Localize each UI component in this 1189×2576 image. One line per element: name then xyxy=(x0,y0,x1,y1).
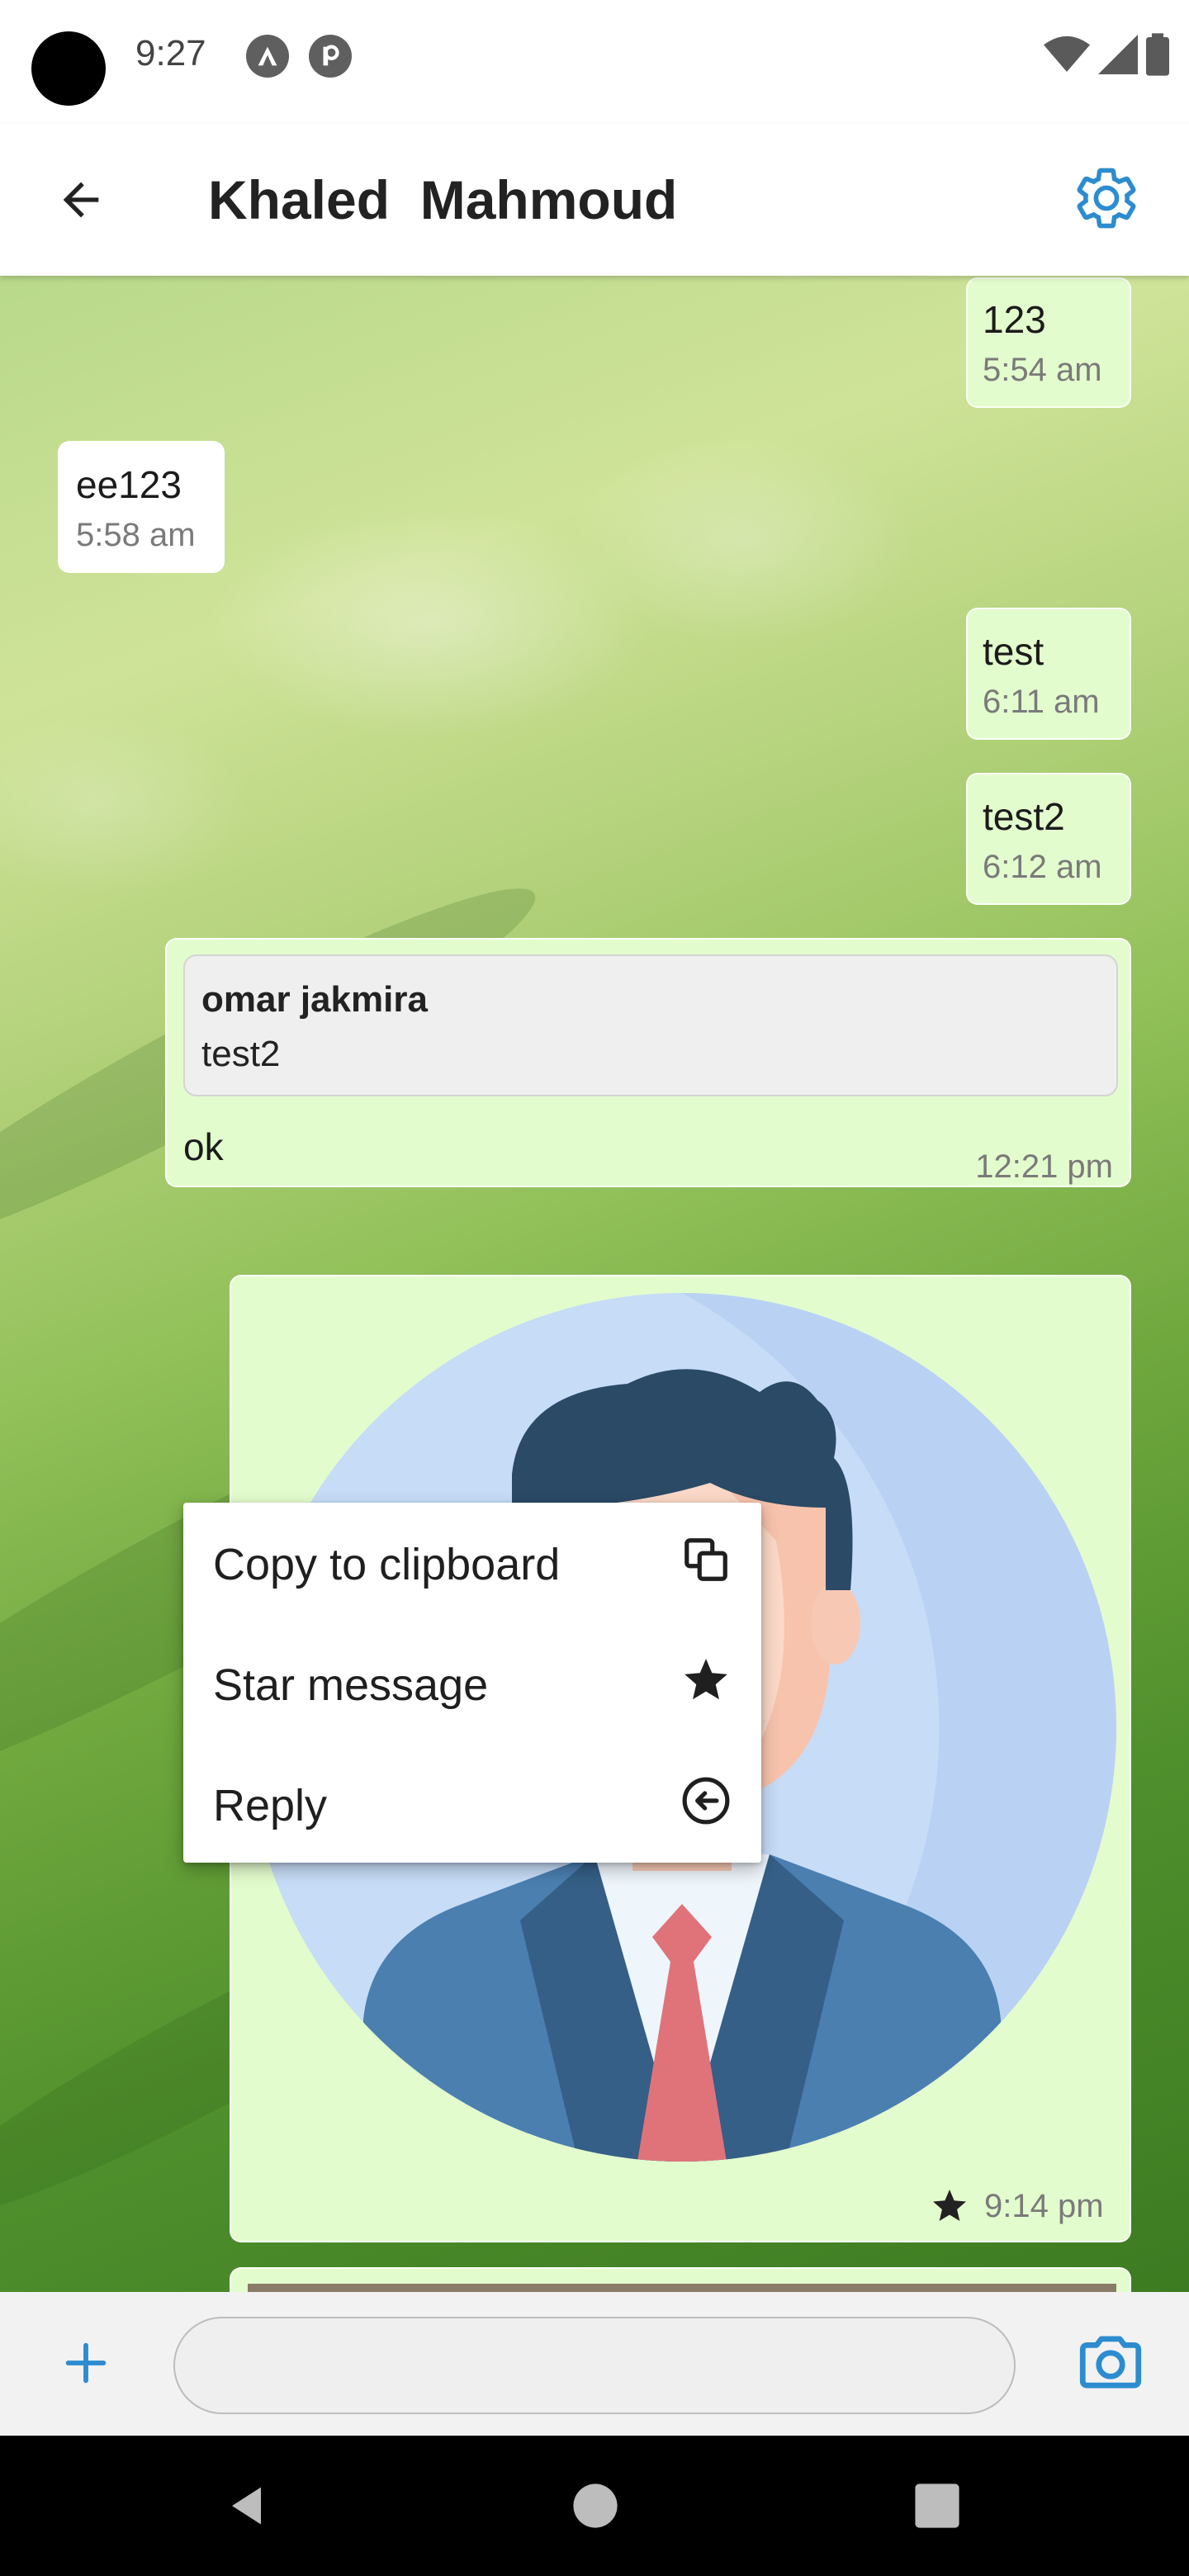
message-bubble-image-partial[interactable] xyxy=(230,2267,1131,2292)
signal-icon xyxy=(1098,35,1138,78)
front-camera-cutout xyxy=(31,31,106,106)
message-input[interactable] xyxy=(173,2317,1016,2414)
app-bar: Khaled Mahmoud xyxy=(0,124,1189,276)
copy-icon xyxy=(679,1532,733,1587)
star-icon xyxy=(930,2186,969,2230)
plus-icon xyxy=(65,2342,107,2384)
image-preview-strip xyxy=(248,2284,1116,2292)
menu-item-copy[interactable]: Copy to clipboard xyxy=(183,1503,761,1623)
camera-icon xyxy=(1079,2336,1142,2389)
system-navigation-bar xyxy=(0,2436,1189,2576)
message-time: 6:11 am xyxy=(983,684,1100,720)
message-time: 9:14 pm xyxy=(984,2188,1104,2224)
menu-item-star[interactable]: Star message xyxy=(183,1623,761,1744)
square-recents-icon xyxy=(915,2484,959,2528)
star-icon xyxy=(679,1653,733,1707)
notification-p-icon xyxy=(309,35,352,78)
nav-back-button[interactable] xyxy=(211,2469,286,2543)
wifi-icon xyxy=(1044,35,1090,78)
camera-button[interactable] xyxy=(1065,2317,1156,2408)
message-text: ok xyxy=(183,1125,224,1168)
message-time: 5:54 am xyxy=(983,352,1102,388)
menu-item-label: Star message xyxy=(213,1660,489,1710)
message-text: ee123 xyxy=(76,463,182,506)
quoted-sender-name: omar jakmira xyxy=(201,979,428,1020)
message-input-bar xyxy=(0,2292,1189,2436)
message-bubble-outgoing[interactable]: 123 5:54 am xyxy=(966,277,1131,408)
notification-a-icon xyxy=(246,35,289,78)
nav-home-button[interactable] xyxy=(558,2469,632,2543)
chat-title: Khaled Mahmoud xyxy=(208,169,678,230)
gear-icon xyxy=(1077,168,1136,229)
status-bar: 9:27 xyxy=(0,0,1189,124)
message-bubble-outgoing[interactable]: test2 6:12 am xyxy=(966,773,1131,905)
menu-item-reply[interactable]: Reply xyxy=(183,1744,761,1864)
message-bubble-incoming[interactable]: ee123 5:58 am xyxy=(58,441,225,573)
settings-button[interactable] xyxy=(1065,157,1148,239)
add-attachment-button[interactable] xyxy=(45,2322,127,2404)
message-time: 12:21 pm xyxy=(975,1148,1113,1185)
message-bubble-outgoing[interactable]: test 6:11 am xyxy=(966,608,1131,740)
nav-recents-button[interactable] xyxy=(900,2469,974,2543)
circle-home-icon xyxy=(573,2484,618,2528)
quoted-message[interactable]: omar jakmira test2 xyxy=(183,954,1118,1096)
status-time: 9:27 xyxy=(135,33,206,73)
menu-item-label: Copy to clipboard xyxy=(213,1540,561,1589)
message-time: 6:12 am xyxy=(983,849,1102,885)
message-time: 5:58 am xyxy=(76,517,196,553)
message-bubble-outgoing-reply[interactable]: omar jakmira test2 ok 12:21 pm xyxy=(165,938,1131,1187)
message-text: test xyxy=(983,630,1045,673)
arrow-back-icon xyxy=(63,182,99,218)
quoted-text: test2 xyxy=(201,1034,281,1074)
message-text: test2 xyxy=(983,795,1065,838)
reply-icon xyxy=(679,1773,733,1828)
menu-item-label: Reply xyxy=(213,1781,328,1830)
message-text: 123 xyxy=(983,298,1046,341)
chat-area[interactable]: 123 5:54 am ee123 5:58 am test 6:11 am t… xyxy=(0,276,1189,2292)
battery-icon xyxy=(1146,33,1169,80)
triangle-back-icon xyxy=(232,2487,261,2525)
message-context-menu: Copy to clipboard Star message Reply xyxy=(183,1503,761,1863)
back-button[interactable] xyxy=(41,160,121,239)
